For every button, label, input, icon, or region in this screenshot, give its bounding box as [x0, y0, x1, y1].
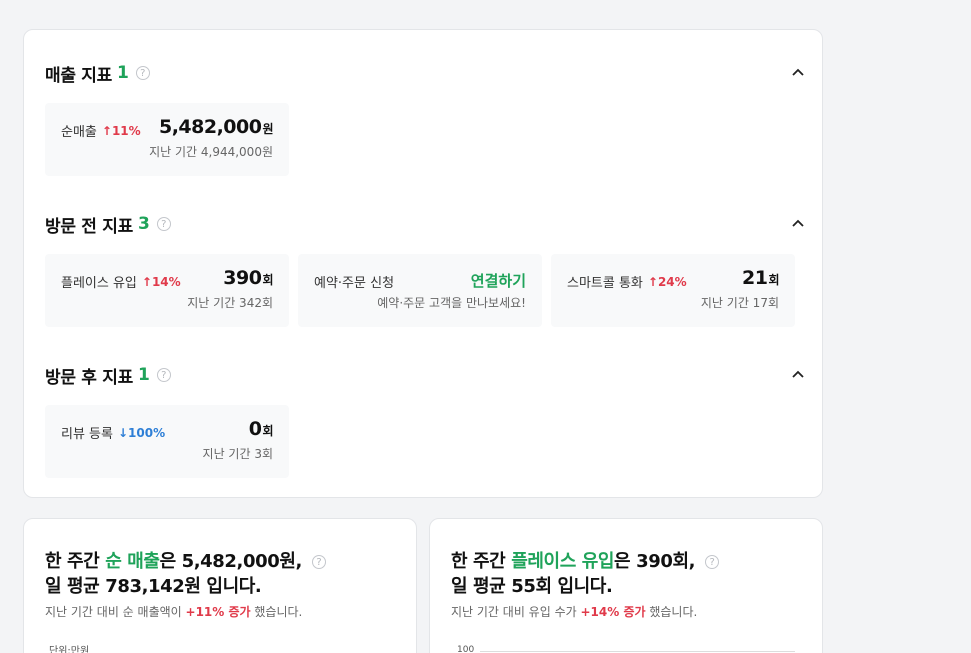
section-title: 방문 전 지표: [45, 216, 133, 237]
metrics-panel: 매출 지표 1 ? 순매출 ↑11% 5,482,000원 지난 기간 4,94…: [23, 29, 823, 498]
title-line2: 일 평균 55회 입니다.: [451, 576, 613, 597]
chart-gridline: [480, 651, 795, 652]
title-line2: 일 평균 783,142원 입니다.: [45, 576, 262, 597]
chevron-up-icon[interactable]: [791, 216, 805, 230]
post-visit-metrics-header[interactable]: 방문 후 지표 1 ?: [45, 362, 805, 388]
metric-label: 스마트콜 통화: [567, 276, 643, 291]
pre-visit-metrics-header[interactable]: 방문 전 지표 3 ?: [45, 211, 805, 237]
section-title: 방문 후 지표: [45, 367, 133, 388]
connect-link[interactable]: 연결하기: [471, 270, 526, 291]
title-highlight: 플레이스 유입: [511, 551, 615, 572]
help-icon[interactable]: ?: [156, 368, 171, 382]
title-mid: 은 390회,: [614, 551, 696, 572]
chart-axis-tick: 100: [457, 645, 475, 653]
metric-unit: 회: [262, 424, 273, 438]
metric-card-review[interactable]: 리뷰 등록 ↓100% 0회 지난 기간 3회: [45, 405, 289, 478]
chart-unit-label: 단위:만원: [49, 646, 90, 653]
metric-card-place-inflow[interactable]: 플레이스 유입 ↑14% 390회 지난 기간 342회: [45, 254, 289, 327]
title-mid: 은 5,482,000원,: [159, 551, 303, 572]
pre-visit-metrics-section: 방문 전 지표 3 ? 플레이스 유입 ↑14% 390회 지난 기간 342회…: [45, 211, 805, 327]
metric-label-row: 스마트콜 통화 ↑24%: [567, 272, 687, 292]
metric-previous: 지난 기간 3회: [202, 447, 273, 461]
metric-label-row: 순매출 ↑11%: [61, 121, 141, 141]
help-icon[interactable]: ?: [311, 555, 326, 569]
section-count: 1: [137, 365, 150, 385]
help-icon[interactable]: ?: [704, 555, 719, 569]
metric-previous: 지난 기간 342회: [187, 296, 273, 310]
metric-value-row: 21회: [742, 267, 779, 289]
metric-card-net-sales[interactable]: 순매출 ↑11% 5,482,000원 지난 기간 4,944,000원: [45, 103, 289, 176]
metric-value-row: 0회: [248, 418, 274, 440]
metric-change: ↓100%: [117, 425, 166, 440]
sales-metrics-header[interactable]: 매출 지표 1 ?: [45, 60, 805, 86]
desc-strong: +14% 증가: [580, 605, 646, 619]
weekly-sales-title: 한 주간 순 매출은 5,482,000원, ? 일 평균 783,142원 입…: [45, 549, 326, 599]
metric-card-reservation[interactable]: 예약·주문 신청 연결하기 예약·주문 고객을 만나보세요!: [298, 254, 542, 327]
desc-pre: 지난 기간 대비 유입 수가: [451, 605, 581, 619]
metric-value-row: 390회: [223, 267, 273, 289]
metric-label: 예약·주문 신청: [314, 276, 395, 291]
weekly-sales-card: 한 주간 순 매출은 5,482,000원, ? 일 평균 783,142원 입…: [23, 518, 417, 653]
title-highlight: 순 매출: [105, 551, 160, 572]
metric-change: ↑14%: [141, 274, 181, 289]
post-visit-metrics-section: 방문 후 지표 1 ? 리뷰 등록 ↓100% 0회 지난 기간 3회: [45, 362, 805, 478]
help-icon[interactable]: ?: [156, 217, 171, 231]
title-prefix: 한 주간: [45, 551, 106, 572]
weekly-inflow-desc: 지난 기간 대비 유입 수가 +14% 증가 했습니다.: [451, 603, 697, 620]
weekly-sales-desc: 지난 기간 대비 순 매출액이 +11% 증가 했습니다.: [45, 603, 302, 620]
weekly-inflow-card: 한 주간 플레이스 유입은 390회, ? 일 평균 55회 입니다. 지난 기…: [429, 518, 823, 653]
section-count: 1: [116, 63, 129, 83]
metric-hint: 예약·주문 고객을 만나보세요!: [377, 296, 526, 310]
sales-metrics-section: 매출 지표 1 ? 순매출 ↑11% 5,482,000원 지난 기간 4,94…: [45, 60, 805, 176]
metric-value-row: 5,482,000원: [158, 116, 274, 138]
metric-card-smartcall[interactable]: 스마트콜 통화 ↑24% 21회 지난 기간 17회: [551, 254, 795, 327]
metric-label: 플레이스 유입: [61, 276, 137, 291]
metric-unit: 회: [768, 273, 779, 287]
weekly-inflow-title: 한 주간 플레이스 유입은 390회, ? 일 평균 55회 입니다.: [451, 549, 719, 599]
metric-label-row: 플레이스 유입 ↑14%: [61, 272, 181, 292]
metric-label: 순매출: [61, 125, 97, 140]
metric-previous: 지난 기간 4,944,000원: [149, 145, 273, 159]
metric-value: 5,482,000: [158, 116, 262, 138]
help-icon[interactable]: ?: [135, 66, 150, 80]
desc-post: 했습니다.: [250, 605, 303, 619]
metric-change: ↑11%: [101, 123, 141, 138]
metric-unit: 원: [262, 122, 273, 136]
chevron-up-icon[interactable]: [791, 65, 805, 79]
desc-pre: 지난 기간 대비 순 매출액이: [45, 605, 186, 619]
desc-strong: +11% 증가: [185, 605, 251, 619]
metric-value: 390: [223, 267, 262, 289]
metric-value: 0: [248, 418, 262, 440]
metric-previous: 지난 기간 17회: [700, 296, 779, 310]
section-count: 3: [137, 214, 150, 234]
metric-change: ↑24%: [647, 274, 687, 289]
metric-label-row: 예약·주문 신청: [314, 272, 394, 291]
chevron-up-icon[interactable]: [791, 367, 805, 381]
section-title: 매출 지표: [45, 65, 112, 86]
title-prefix: 한 주간: [451, 551, 512, 572]
desc-post: 했습니다.: [645, 605, 698, 619]
metric-value: 21: [742, 267, 768, 289]
metric-label-row: 리뷰 등록 ↓100%: [61, 423, 166, 443]
metric-label: 리뷰 등록: [61, 427, 113, 442]
metric-unit: 회: [262, 273, 273, 287]
